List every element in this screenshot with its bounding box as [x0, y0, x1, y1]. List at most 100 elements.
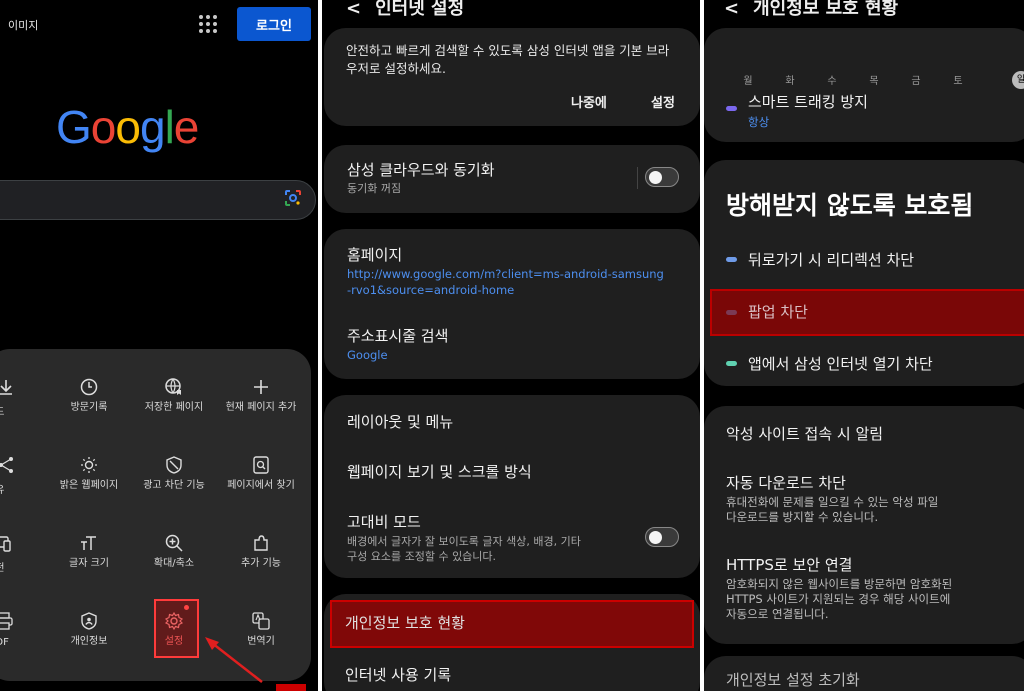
- protection-title: 방해받지 않도록 보호됨: [726, 191, 974, 220]
- zoom-icon: [165, 534, 183, 552]
- app-open-dot: [726, 361, 737, 366]
- sync-card[interactable]: 삼성 클라우드와 동기화 동기화 꺼짐: [324, 145, 700, 213]
- auto-download-block-title[interactable]: 자동 다운로드 차단: [726, 472, 846, 493]
- back-icon[interactable]: <: [724, 0, 739, 19]
- addressbar-search-title[interactable]: 주소표시줄 검색: [347, 325, 448, 346]
- notification-badge: [184, 605, 189, 610]
- redirect-dot: [726, 257, 737, 262]
- page-header: < 개인정보 보호 현황: [724, 0, 898, 20]
- https-connection-title[interactable]: HTTPS로 보안 연결: [726, 554, 852, 575]
- menu-item-label: 확대/축소: [153, 558, 195, 569]
- menu-item-text-size[interactable]: 글자 크기: [49, 533, 129, 571]
- device-icon: [0, 536, 11, 552]
- webview-scroll-item[interactable]: 웹페이지 보기 및 스크롤 방식: [347, 461, 532, 482]
- app-open-block-item[interactable]: 앱에서 삼성 인터넷 열기 차단: [748, 353, 933, 374]
- addressbar-search-value[interactable]: Google: [347, 347, 388, 363]
- redirect-block-item[interactable]: 뒤로가기 시 리디렉션 차단: [748, 249, 914, 270]
- menu-item-label: 페이지에서 찾기: [227, 480, 295, 491]
- https-desc-cont: 자동으로 연결됩니다.: [726, 607, 829, 621]
- reset-privacy-item[interactable]: 개인정보 설정 초기화: [726, 669, 860, 690]
- apps-grid-icon[interactable]: [199, 15, 217, 33]
- google-lens-icon[interactable]: [284, 189, 302, 207]
- https-desc-cont: HTTPS 사이트가 지원되는 경우 해당 사이트에: [726, 592, 951, 606]
- homepage-address-card: 홈페이지 http://www.google.com/m?client=ms-a…: [324, 229, 700, 379]
- banner-text: 안전하고 빠르게 검색할 수 있도록 삼성 인터넷 앱을 기본 브라우저로 설정…: [346, 43, 670, 76]
- menu-item-add-page[interactable]: 현재 페이지 추가: [221, 377, 301, 415]
- browser-home-panel: 이미지 로그인 Google 로드 방문기록 저장한 페이지 현재 페이지 추가: [0, 0, 318, 691]
- high-contrast-toggle[interactable]: [645, 527, 679, 547]
- weekday-label: 토: [953, 76, 963, 87]
- back-icon[interactable]: <: [346, 0, 361, 19]
- privacy-status-item[interactable]: 개인정보 보호 현황: [345, 612, 465, 633]
- set-default-button[interactable]: 설정: [651, 92, 675, 111]
- page-title: 개인정보 보호 현황: [753, 0, 899, 19]
- menu-item-zoom[interactable]: 확대/축소: [134, 533, 214, 571]
- popup-dot: [726, 310, 737, 315]
- menu-item-download[interactable]: 로드: [0, 377, 26, 418]
- nav-highlight-fragment: [276, 684, 306, 691]
- internet-settings-panel: < 인터넷 설정 안전하고 빠르게 검색할 수 있도록 삼성 인터넷 앱을 기본 …: [322, 0, 700, 691]
- menu-item-saved-pages[interactable]: 저장한 페이지: [134, 377, 214, 415]
- menu-item-privacy[interactable]: 개인정보: [49, 611, 129, 649]
- protection-card: 방해받지 않도록 보호됨 뒤로가기 시 리디렉션 차단 앱에서 삼성 인터넷 열…: [704, 160, 1024, 386]
- weekday-label: 화: [785, 76, 795, 87]
- logo-letter: G: [56, 101, 92, 153]
- menu-item-label: 방문기록: [70, 402, 108, 413]
- menu-item-bright-page[interactable]: 밝은 웹페이지: [49, 455, 129, 493]
- homepage-url-cont[interactable]: -rvo1&source=android-home: [347, 282, 514, 298]
- homepage-title[interactable]: 홈페이지: [347, 244, 402, 265]
- menu-item-label: 추가 기능: [241, 558, 281, 569]
- images-link[interactable]: 이미지: [8, 17, 38, 33]
- menu-item-version[interactable]: 버전: [0, 533, 26, 574]
- weekday-label: 월: [743, 76, 753, 87]
- menu-item-label: 로드: [0, 403, 26, 418]
- tracking-title[interactable]: 스마트 트래킹 방지: [748, 91, 868, 112]
- logo-letter: o: [115, 101, 141, 153]
- browsing-history-item[interactable]: 인터넷 사용 기록: [345, 664, 451, 685]
- menu-item-label: 현재 페이지 추가: [225, 402, 297, 413]
- download-icon: [0, 380, 12, 395]
- menu-item-label: 개인정보: [70, 636, 108, 647]
- menu-item-find-in-page[interactable]: 페이지에서 찾기: [221, 455, 301, 493]
- security-card: 악성 사이트 접속 시 알림 자동 다운로드 차단 휴대전화에 문제를 일으킬 …: [704, 406, 1024, 644]
- share-icon: [0, 457, 13, 473]
- logo-letter: g: [139, 101, 166, 153]
- menu-item-translate[interactable]: 번역기: [221, 611, 301, 649]
- weekday-label: 수: [827, 76, 837, 87]
- menu-item-label: 글자 크기: [69, 558, 109, 569]
- print-icon: [0, 612, 13, 630]
- puzzle-icon: [254, 535, 268, 551]
- text-size-icon: [81, 536, 96, 550]
- today-label: 일: [1012, 71, 1024, 89]
- layout-menu-item[interactable]: 레이아웃 및 메뉴: [347, 411, 453, 432]
- find-page-icon: [253, 456, 269, 474]
- search-input[interactable]: [0, 180, 316, 220]
- weekday-strip: 월 화 수 목 금 토 일: [722, 66, 1024, 92]
- menu-item-label: 저장한 페이지: [144, 402, 204, 413]
- plus-icon: [254, 380, 268, 394]
- google-logo: Google: [56, 100, 199, 154]
- menu-item-add-ons[interactable]: 추가 기능: [221, 533, 301, 571]
- menu-item-label: /PDF: [0, 637, 9, 648]
- tracking-dot: [726, 106, 737, 111]
- menu-item-print-pdf[interactable]: /PDF: [0, 611, 26, 648]
- menu-item-share[interactable]: 공유: [0, 455, 26, 496]
- high-contrast-desc-cont: 구성 요소를 조정할 수 있습니다.: [347, 550, 497, 563]
- login-button[interactable]: 로그인: [237, 7, 311, 41]
- sync-toggle[interactable]: [645, 167, 679, 187]
- high-contrast-desc: 배경에서 글자가 잘 보이도록 글자 색상, 배경, 기타: [347, 535, 581, 548]
- privacy-shield-icon: [81, 612, 97, 630]
- translate-icon: [252, 612, 270, 630]
- sync-status: 동기화 꺼짐: [347, 182, 402, 195]
- menu-item-history[interactable]: 방문기록: [49, 377, 129, 415]
- menu-item-label: 광고 차단 기능: [143, 480, 205, 491]
- auto-download-desc: 휴대전화에 문제를 일으킬 수 있는 악성 파일: [726, 495, 939, 509]
- page-title: 인터넷 설정: [375, 0, 465, 19]
- saved-globe-icon: [165, 378, 181, 395]
- tracking-value: 항상: [748, 115, 770, 129]
- malicious-site-alert-item[interactable]: 악성 사이트 접속 시 알림: [726, 423, 883, 444]
- menu-item-ad-block[interactable]: 광고 차단 기능: [134, 455, 214, 493]
- popup-block-item[interactable]: 팝업 차단: [748, 301, 808, 322]
- later-button[interactable]: 나중에: [571, 92, 607, 111]
- homepage-url[interactable]: http://www.google.com/m?client=ms-androi…: [347, 266, 664, 282]
